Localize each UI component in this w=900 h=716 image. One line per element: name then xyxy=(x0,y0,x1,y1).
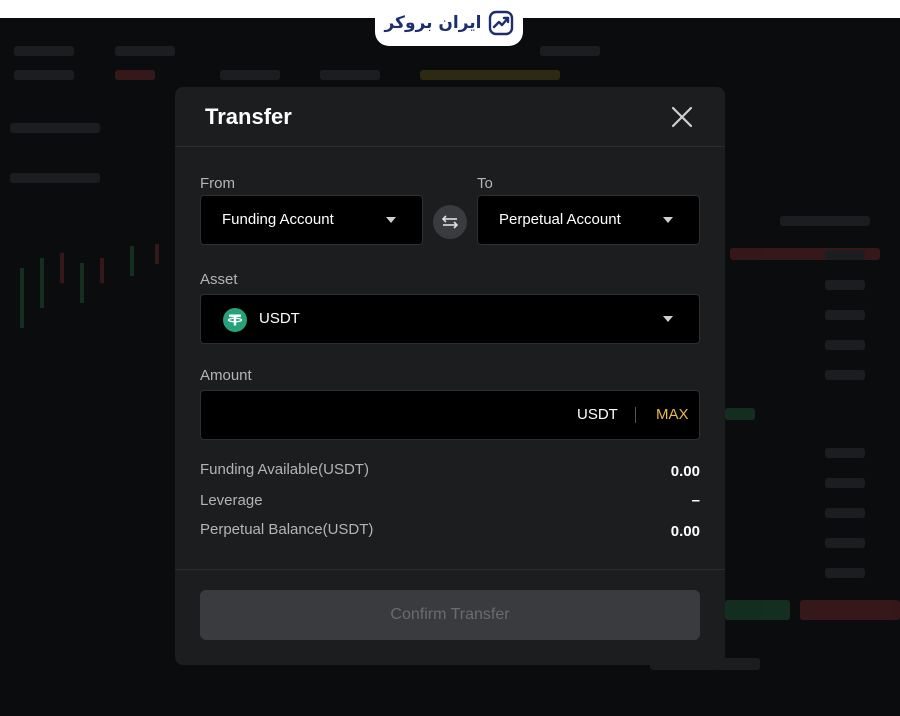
from-account-select[interactable]: Funding Account xyxy=(200,195,423,245)
asset-select[interactable]: USDT xyxy=(200,294,700,344)
swap-arrows-icon xyxy=(441,215,459,229)
caret-down-icon xyxy=(663,217,673,223)
perpetual-balance-label: Perpetual Balance(USDT) xyxy=(200,521,374,538)
transfer-modal: Transfer From Funding Account To Perpetu… xyxy=(175,87,725,665)
to-account-select[interactable]: Perpetual Account xyxy=(477,195,700,245)
asset-label: Asset xyxy=(200,271,238,288)
swap-button[interactable] xyxy=(433,205,467,239)
chart-trend-icon xyxy=(488,10,513,36)
caret-down-icon xyxy=(386,217,396,223)
from-label: From xyxy=(200,175,235,192)
modal-title: Transfer xyxy=(205,104,292,129)
perpetual-balance-value: 0.00 xyxy=(670,523,700,540)
leverage-value: – xyxy=(691,492,700,509)
to-account-value: Perpetual Account xyxy=(499,211,621,228)
usdt-icon xyxy=(223,308,247,332)
modal-header: Transfer xyxy=(175,87,725,147)
divider xyxy=(635,407,636,423)
confirm-transfer-button[interactable]: Confirm Transfer xyxy=(200,590,700,640)
asset-value: USDT xyxy=(259,310,300,327)
funding-available-label: Funding Available(USDT) xyxy=(200,461,369,478)
to-label: To xyxy=(477,175,493,192)
brand-name: ایران بروکر xyxy=(384,13,482,33)
amount-field[interactable]: USDT MAX xyxy=(200,390,700,440)
brand-logo[interactable]: ایران بروکر xyxy=(375,0,523,46)
close-icon[interactable] xyxy=(669,104,695,130)
caret-down-icon xyxy=(663,316,673,322)
funding-available-value: 0.00 xyxy=(670,463,700,480)
amount-input[interactable] xyxy=(213,399,557,433)
leverage-label: Leverage xyxy=(200,492,263,509)
amount-unit: USDT xyxy=(577,406,618,423)
max-button[interactable]: MAX xyxy=(656,406,689,423)
from-account-value: Funding Account xyxy=(222,211,334,228)
amount-label: Amount xyxy=(200,367,252,384)
footer-divider xyxy=(175,569,725,570)
